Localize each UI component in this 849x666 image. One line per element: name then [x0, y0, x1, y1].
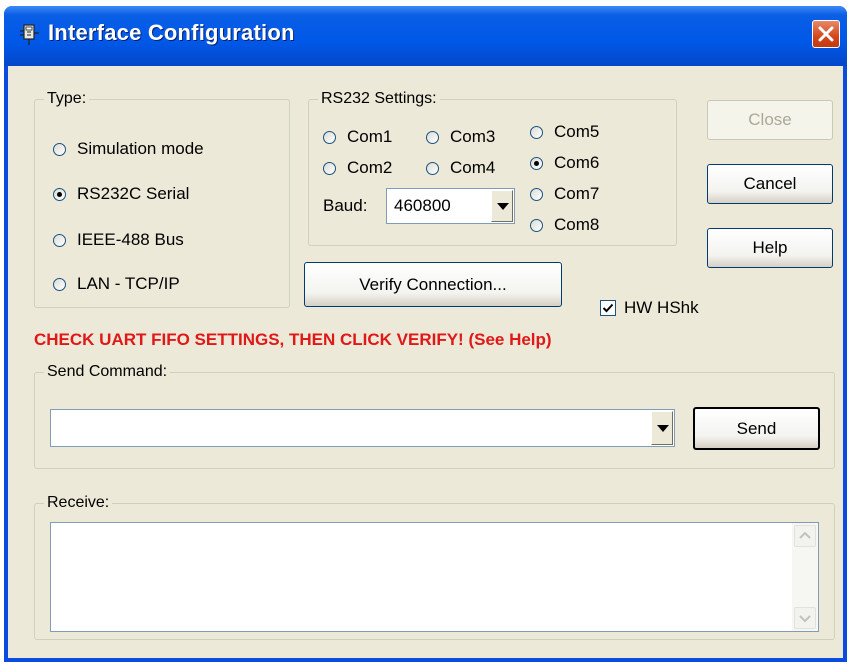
radio-selected-icon [53, 187, 66, 201]
close-button[interactable]: Close [707, 100, 833, 140]
radio-selected-icon [530, 156, 543, 170]
baud-select[interactable]: 460800 [386, 188, 515, 224]
baud-value: 460800 [394, 196, 451, 215]
receive-groupbox: Receive: [34, 494, 835, 640]
port-com3[interactable]: Com3 [426, 127, 495, 147]
hw-handshake-label: HW HShk [624, 298, 699, 317]
receive-legend: Receive: [44, 494, 113, 512]
port-com5[interactable]: Com5 [530, 122, 599, 142]
radio-icon [426, 130, 439, 144]
baud-label: Baud: [323, 196, 368, 215]
chevron-down-icon[interactable] [491, 190, 513, 222]
close-icon [818, 26, 834, 42]
title-bar[interactable]: Interface Configuration [4, 6, 847, 66]
radio-icon [53, 233, 66, 247]
radio-icon [323, 161, 336, 175]
scroll-up-icon[interactable] [794, 525, 816, 547]
type-option-simulation[interactable]: Simulation mode [53, 139, 204, 159]
send-command-input[interactable] [50, 409, 675, 447]
app-icon [20, 24, 39, 45]
type-legend: Type: [44, 90, 90, 108]
checkbox-checked-icon [600, 300, 616, 316]
dialog-window: Interface Configuration Type: Simulation… [4, 6, 847, 662]
radio-icon [426, 161, 439, 175]
close-window-button[interactable] [812, 20, 840, 48]
type-option-label: IEEE-488 Bus [77, 230, 184, 249]
send-command-groupbox: Send Command: Send [34, 363, 835, 469]
uart-warning-text: CHECK UART FIFO SETTINGS, THEN CLICK VER… [34, 330, 552, 349]
window-title: Interface Configuration [48, 20, 295, 45]
port-com7[interactable]: Com7 [530, 184, 599, 204]
radio-icon [53, 142, 66, 156]
radio-icon [530, 125, 543, 139]
radio-icon [323, 130, 336, 144]
port-com8[interactable]: Com8 [530, 215, 599, 235]
receive-scrollbar[interactable] [792, 523, 818, 631]
send-button[interactable]: Send [693, 407, 820, 450]
radio-icon [530, 218, 543, 232]
type-option-label: RS232C Serial [77, 184, 190, 203]
type-option-lan[interactable]: LAN - TCP/IP [53, 274, 180, 294]
receive-textarea[interactable] [50, 522, 819, 632]
type-option-label: LAN - TCP/IP [77, 274, 180, 293]
radio-icon [53, 277, 66, 291]
dialog-client-area: Type: Simulation mode RS232C Serial IEEE… [8, 66, 843, 658]
rs232-legend: RS232 Settings: [318, 90, 440, 108]
chevron-down-icon[interactable] [651, 411, 673, 445]
cancel-button[interactable]: Cancel [707, 164, 833, 204]
help-button[interactable]: Help [707, 228, 833, 268]
type-groupbox: Type: Simulation mode RS232C Serial IEEE… [34, 90, 290, 308]
type-option-label: Simulation mode [77, 139, 204, 158]
verify-connection-button[interactable]: Verify Connection... [304, 262, 562, 307]
type-option-rs232c[interactable]: RS232C Serial [53, 184, 189, 204]
type-option-ieee488[interactable]: IEEE-488 Bus [53, 230, 184, 250]
send-command-legend: Send Command: [44, 363, 171, 381]
port-com1[interactable]: Com1 [323, 127, 392, 147]
scroll-down-icon[interactable] [794, 607, 816, 629]
port-com6[interactable]: Com6 [530, 153, 599, 173]
rs232-groupbox: RS232 Settings: Com1 Com2 Com3 Com4 Com5 [308, 90, 677, 246]
port-com4[interactable]: Com4 [426, 158, 495, 178]
radio-icon [530, 187, 543, 201]
port-com2[interactable]: Com2 [323, 158, 392, 178]
hw-handshake-checkbox[interactable]: HW HShk [600, 298, 699, 318]
